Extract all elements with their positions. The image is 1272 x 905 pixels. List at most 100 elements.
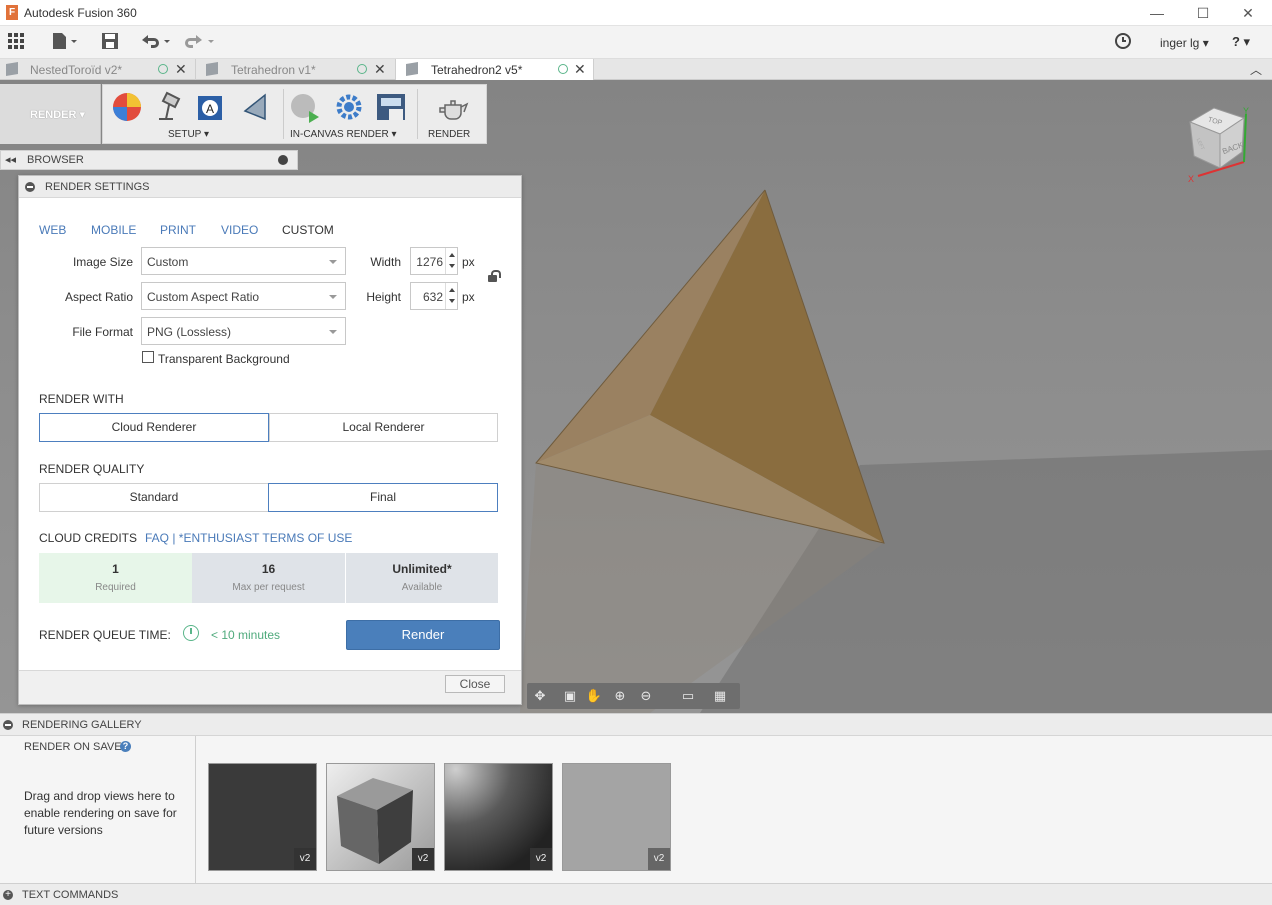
preset-web[interactable]: WEB [39, 223, 66, 237]
render-dropdown[interactable]: RENDER [428, 129, 470, 140]
tab-tetrahedron-v1[interactable]: Tetrahedron v1* ✕ [196, 59, 396, 80]
tab-nestedtoroid[interactable]: NestedToroïd v2* ✕ [0, 59, 196, 80]
aspect-ratio-select[interactable]: Custom Aspect Ratio [141, 282, 346, 310]
preset-print[interactable]: PRINT [160, 223, 196, 237]
width-unit: px [462, 255, 475, 269]
aspect-ratio-value: Custom Aspect Ratio [147, 290, 260, 304]
in-canvas-render-dropdown[interactable]: IN-CANVAS RENDER ▾ [290, 129, 397, 140]
collapse-arrows-icon[interactable]: ◂◂ [5, 153, 16, 166]
local-renderer-option[interactable]: Local Renderer [269, 413, 498, 442]
file-menu-icon[interactable] [50, 32, 80, 52]
render-thumbnail[interactable]: v2 [562, 763, 671, 871]
render-settings-dialog: RENDER SETTINGS WEB MOBILE PRINT VIDEO C… [18, 175, 522, 705]
width-value: 1276 [416, 255, 443, 269]
help-menu-icon[interactable]: ? ▾ [1232, 34, 1250, 50]
close-window-button[interactable]: ✕ [1225, 2, 1271, 24]
preset-custom[interactable]: CUSTOM [282, 223, 334, 237]
render-on-save-label: RENDER ON SAVE [24, 741, 122, 753]
width-input[interactable]: 1276 [410, 247, 458, 275]
quick-access-toolbar: inger lg ▾ ? ▾ [0, 26, 1272, 59]
gallery-collapse-icon[interactable] [3, 720, 13, 730]
queue-clock-icon [183, 625, 199, 641]
credits-available-caption: Available [401, 582, 443, 593]
sync-status-icon [558, 64, 568, 74]
height-input[interactable]: 632 [410, 282, 458, 310]
component-icon [6, 61, 18, 77]
pan-hand-icon[interactable]: ✋ [585, 688, 603, 704]
final-quality-option[interactable]: Final [268, 483, 498, 512]
version-badge: v2 [530, 848, 552, 870]
redo-icon[interactable] [184, 32, 218, 52]
in-canvas-render-icon[interactable] [289, 91, 321, 123]
credits-max-caption: Max per request [232, 582, 305, 593]
render-thumbnail[interactable]: v2 [326, 763, 435, 871]
view-cube[interactable]: TOP BACK LEFT X Y [1184, 104, 1254, 184]
width-spinner[interactable] [445, 248, 457, 274]
appearance-sphere-icon[interactable] [111, 91, 143, 123]
render-thumbnail[interactable]: v2 [444, 763, 553, 871]
close-tab-icon[interactable]: ✕ [374, 61, 386, 78]
user-account-menu[interactable]: inger lg ▾ [1160, 36, 1209, 50]
navigation-bar: ✥ ▣ ✋ ⊕ ⊖ ▭ ▦ [527, 683, 740, 709]
capture-image-icon[interactable] [375, 91, 407, 123]
display-settings-icon[interactable]: ▭ [679, 688, 697, 704]
faq-terms-link[interactable]: FAQ | *ENTHUSIAST TERMS OF USE [145, 531, 352, 545]
height-value: 632 [422, 290, 443, 304]
render-teapot-icon[interactable] [437, 91, 469, 123]
decal-icon[interactable]: A [195, 91, 227, 123]
collapse-chevron-icon[interactable]: ︿ [1250, 61, 1262, 78]
rendering-gallery: RENDERING GALLERY RENDER ON SAVE ? Drag … [0, 713, 1272, 884]
sync-status-icon [158, 64, 168, 74]
preset-mobile[interactable]: MOBILE [91, 223, 136, 237]
file-format-select[interactable]: PNG (Lossless) [141, 317, 346, 345]
axis-x-label: X [1188, 174, 1194, 184]
orbit-icon[interactable]: ✥ [531, 688, 549, 704]
in-canvas-settings-gear-icon[interactable] [333, 91, 365, 123]
close-tab-icon[interactable]: ✕ [574, 61, 586, 78]
gallery-header[interactable]: RENDERING GALLERY [0, 714, 1272, 736]
close-button[interactable]: Close [445, 675, 505, 693]
cloud-credits-label: CLOUD CREDITS [39, 531, 138, 545]
standard-quality-option[interactable]: Standard [39, 483, 269, 512]
credits-required-caption: Required [95, 582, 136, 593]
preset-video[interactable]: VIDEO [221, 223, 258, 237]
look-at-icon[interactable]: ▣ [561, 688, 579, 704]
close-tab-icon[interactable]: ✕ [175, 61, 187, 78]
job-status-clock-icon[interactable] [1113, 32, 1133, 52]
image-size-select[interactable]: Custom [141, 247, 346, 275]
maximize-button[interactable]: ☐ [1180, 2, 1226, 24]
chevron-down-icon [329, 260, 337, 264]
save-icon[interactable] [100, 32, 120, 52]
workspace-switcher[interactable]: RENDER ▾ [0, 84, 101, 144]
text-commands-title: TEXT COMMANDS [22, 889, 119, 901]
render-button[interactable]: Render [346, 620, 500, 650]
text-commands-bar[interactable]: + TEXT COMMANDS [0, 883, 1272, 905]
dialog-collapse-icon[interactable] [25, 182, 35, 192]
transparent-background-checkbox[interactable] [142, 351, 154, 363]
help-icon[interactable]: ? [120, 741, 131, 752]
unlock-aspect-icon[interactable] [488, 270, 501, 282]
render-thumbnail[interactable]: v2 [208, 763, 317, 871]
expand-icon[interactable]: + [3, 890, 13, 900]
minimize-button[interactable]: — [1134, 2, 1180, 24]
component-icon [206, 61, 218, 77]
texture-map-icon[interactable] [239, 91, 271, 123]
dialog-footer: Close [19, 670, 521, 704]
workspace-label: RENDER ▾ [30, 109, 86, 121]
aspect-ratio-label: Aspect Ratio [64, 290, 133, 304]
dialog-title: RENDER SETTINGS [45, 181, 150, 193]
cloud-renderer-option[interactable]: Cloud Renderer [39, 413, 269, 442]
credits-available: Unlimited* Available [346, 553, 498, 603]
fit-zoom-icon[interactable]: ⊖ [637, 688, 655, 704]
grid-settings-icon[interactable]: ▦ [711, 688, 729, 704]
browser-minimize-icon[interactable] [278, 155, 288, 165]
zoom-icon[interactable]: ⊕ [611, 688, 629, 704]
tab-tetrahedron2-v5[interactable]: Tetrahedron2 v5* ✕ [396, 59, 594, 80]
height-spinner[interactable] [445, 283, 457, 309]
data-panel-grid-icon[interactable] [6, 32, 26, 52]
undo-icon[interactable] [140, 32, 174, 52]
setup-dropdown[interactable]: SETUP ▾ [168, 129, 209, 140]
credits-required: 1 Required [39, 553, 192, 603]
browser-panel-header[interactable]: ◂◂ BROWSER [0, 150, 298, 170]
scene-settings-lamp-icon[interactable] [153, 91, 185, 123]
